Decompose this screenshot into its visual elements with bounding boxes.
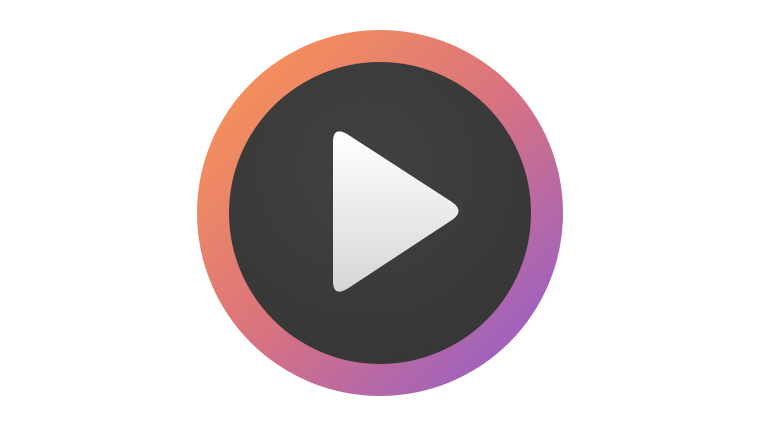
canvas (0, 0, 760, 428)
media-player-app-icon[interactable] (197, 30, 563, 396)
app-icon-graphic (197, 30, 563, 396)
